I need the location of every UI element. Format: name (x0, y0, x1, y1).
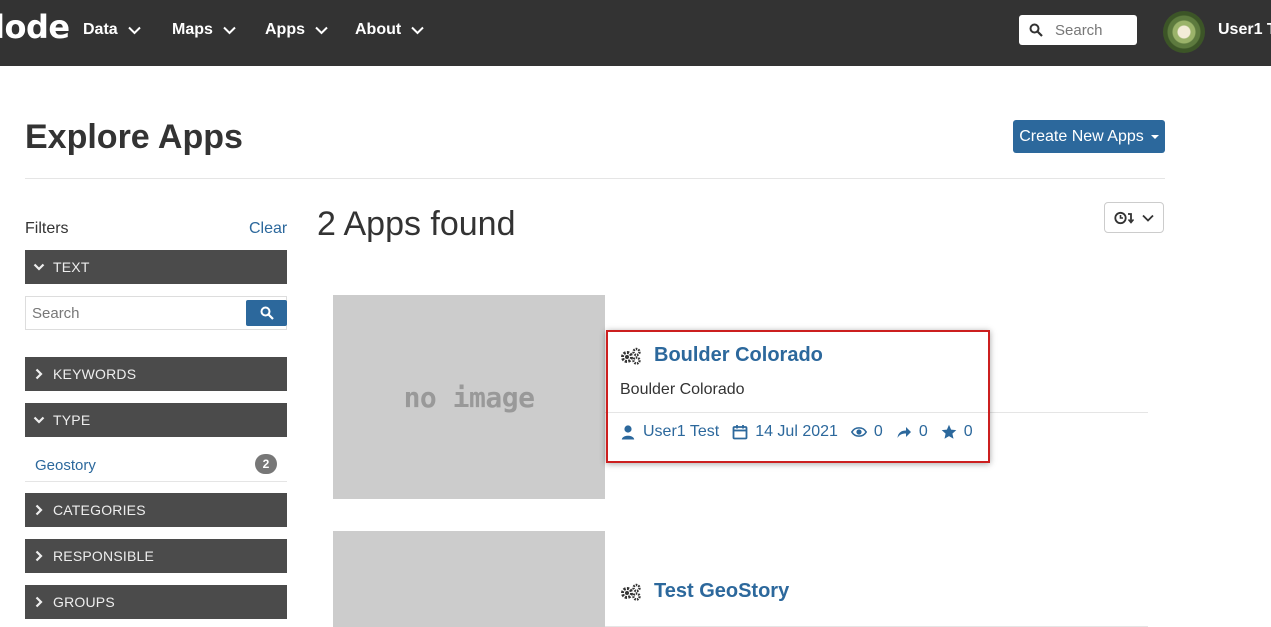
date-item: 14 Jul 2021 (732, 423, 838, 441)
caret-down-icon (1150, 134, 1159, 139)
divider (605, 412, 1148, 413)
star-icon (941, 424, 957, 439)
eye-icon (850, 427, 867, 437)
chevron-right-icon (35, 504, 43, 516)
nav-about-menu[interactable]: About (355, 21, 424, 39)
facet-groups-label: GROUPS (53, 594, 115, 610)
nav-data-menu[interactable]: Data (83, 21, 141, 39)
navbar-search (1019, 15, 1137, 45)
app-meta-row: User1 Test 14 Jul 2021 0 0 0 (620, 423, 986, 441)
nav-apps-menu[interactable]: Apps (265, 21, 328, 39)
nav-maps-menu[interactable]: Maps (172, 21, 236, 39)
brand-logo[interactable]: lode (0, 8, 70, 46)
gears-icon (621, 347, 641, 365)
type-option-label: Geostory (35, 457, 96, 474)
facet-type-toggle[interactable]: TYPE (25, 403, 287, 437)
app-date: 14 Jul 2021 (755, 423, 838, 440)
nav-apps-label: Apps (265, 21, 305, 38)
facet-type-label: TYPE (53, 412, 91, 428)
gears-icon (621, 583, 641, 601)
facet-keywords-toggle[interactable]: KEYWORDS (25, 357, 287, 391)
page-title: Explore Apps (25, 118, 243, 156)
share-icon (897, 427, 911, 438)
app-card: Boulder Colorado Boulder Colorado User1 … (605, 330, 1148, 500)
divider (25, 178, 1165, 179)
nav-data-label: Data (83, 21, 118, 38)
facet-responsible-label: RESPONSIBLE (53, 548, 155, 564)
chevron-down-icon (33, 416, 45, 424)
chevron-right-icon (35, 550, 43, 562)
search-icon (260, 306, 274, 320)
chevron-down-icon (411, 26, 424, 34)
app-title: Boulder Colorado (654, 344, 823, 366)
filter-search-button[interactable] (246, 300, 287, 326)
user-menu-name[interactable]: User1 T (1218, 21, 1271, 39)
app-title-link[interactable]: Test GeoStory (620, 580, 789, 603)
user-icon (621, 425, 635, 440)
clock-sort-icon (1114, 211, 1135, 224)
facet-categories-toggle[interactable]: CATEGORIES (25, 493, 287, 527)
views-item: 0 (850, 423, 883, 441)
chevron-down-icon (223, 26, 236, 34)
facet-keywords-label: KEYWORDS (53, 366, 137, 382)
favorites-item: 0 (941, 423, 973, 441)
type-option-count-badge: 2 (255, 454, 277, 474)
nav-maps-label: Maps (172, 21, 213, 38)
app-title: Test GeoStory (654, 580, 790, 602)
facet-categories-label: CATEGORIES (53, 502, 146, 518)
views-count: 0 (873, 423, 883, 440)
create-new-apps-label: Create New Apps (1019, 127, 1144, 145)
shares-count: 0 (918, 423, 928, 440)
app-description: Boulder Colorado (620, 381, 745, 398)
owner-link[interactable]: User1 Test (620, 423, 719, 441)
facet-groups-toggle[interactable]: GROUPS (25, 585, 287, 619)
top-navbar: lode Data Maps Apps About User1 T (0, 0, 1271, 66)
filters-heading: Filters (25, 220, 69, 237)
results-count-heading: 2 Apps found (317, 205, 516, 243)
owner-name: User1 Test (643, 423, 720, 440)
sort-order-button[interactable] (1104, 202, 1164, 233)
facet-responsible-toggle[interactable]: RESPONSIBLE (25, 539, 287, 573)
chevron-right-icon (35, 368, 43, 380)
chevron-right-icon (35, 596, 43, 608)
facet-text-label: TEXT (53, 259, 90, 275)
chevron-down-icon (127, 26, 141, 34)
app-thumbnail[interactable] (333, 531, 605, 627)
app-card: Test GeoStory (605, 566, 1148, 627)
chevron-down-icon (33, 263, 45, 271)
facet-text-toggle[interactable]: TEXT (25, 250, 287, 284)
nav-about-label: About (355, 21, 402, 38)
favorites-count: 0 (963, 423, 973, 440)
app-title-link[interactable]: Boulder Colorado (620, 344, 823, 367)
shares-item: 0 (896, 423, 928, 441)
clear-filters-link[interactable]: Clear (249, 220, 287, 238)
calendar-icon (732, 425, 748, 440)
search-icon[interactable] (1029, 23, 1043, 37)
chevron-down-icon (1142, 214, 1154, 222)
chevron-down-icon (315, 26, 328, 34)
navbar-search-input[interactable] (1055, 21, 1135, 39)
create-new-apps-button[interactable]: Create New Apps (1013, 120, 1165, 153)
type-option-geostory[interactable]: Geostory 2 (25, 450, 287, 482)
avatar[interactable] (1163, 11, 1205, 53)
app-thumbnail[interactable]: no image (333, 295, 605, 499)
no-image-placeholder: no image (403, 380, 535, 414)
